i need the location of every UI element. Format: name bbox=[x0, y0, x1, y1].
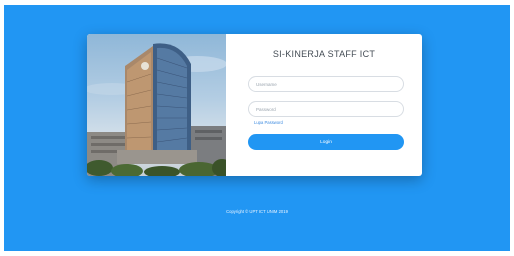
login-card: SI-KINERJA STAFF ICT Lupa Password Login bbox=[87, 34, 422, 176]
building-illustration bbox=[87, 43, 226, 176]
password-input[interactable] bbox=[248, 101, 404, 117]
login-button[interactable]: Login bbox=[248, 134, 404, 150]
login-form: SI-KINERJA STAFF ICT Lupa Password Login bbox=[226, 34, 422, 176]
forgot-password-link[interactable]: Lupa Password bbox=[254, 120, 283, 125]
building-photo bbox=[87, 34, 226, 176]
app-title: SI-KINERJA STAFF ICT bbox=[272, 49, 376, 59]
username-input[interactable] bbox=[248, 76, 404, 92]
footer-copyright: Copyright © UPT ICT UNIM 2019 bbox=[226, 209, 288, 214]
